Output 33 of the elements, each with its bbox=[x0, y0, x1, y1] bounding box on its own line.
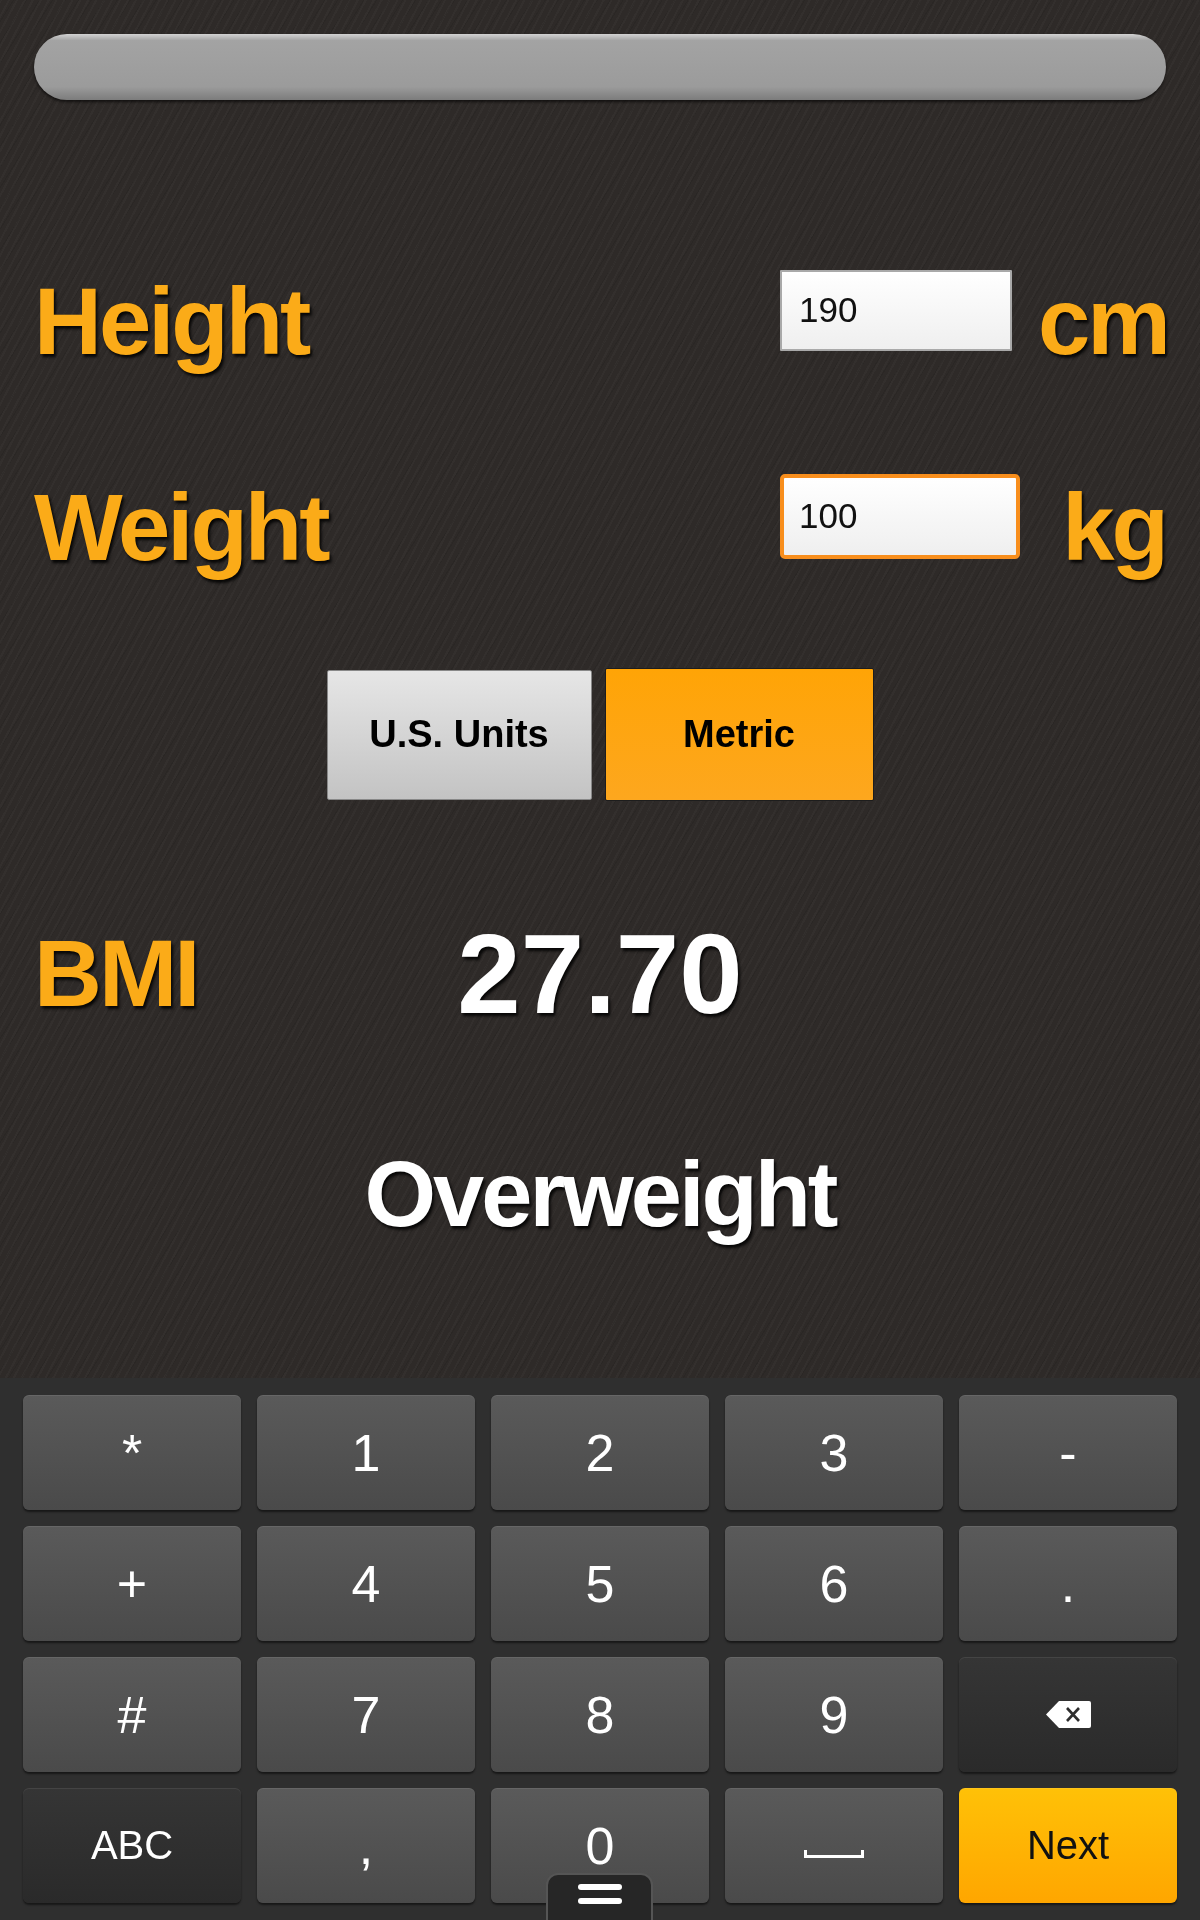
keyboard-key[interactable]: 6 bbox=[725, 1526, 943, 1641]
keyboard-key[interactable]: - bbox=[959, 1395, 1177, 1510]
input-field[interactable]: 100 bbox=[780, 473, 1020, 559]
unit-toggle-button[interactable]: U.S. Units bbox=[326, 669, 592, 800]
category-label: Overweight bbox=[364, 1144, 836, 1244]
bmi-value: 27.70 bbox=[457, 914, 743, 1034]
unit-toggle-button[interactable]: Metric bbox=[604, 668, 874, 801]
keyboard-key[interactable]: 3 bbox=[725, 1395, 943, 1510]
unit-label: cm bbox=[1038, 272, 1166, 372]
keyboard-key[interactable]: 5 bbox=[491, 1526, 709, 1641]
backspace-icon bbox=[1045, 1701, 1091, 1728]
keyboard-key[interactable]: + bbox=[23, 1526, 241, 1641]
keyboard-key[interactable]: , bbox=[257, 1788, 475, 1903]
keyboard-key[interactable]: . bbox=[959, 1526, 1177, 1641]
unit-label: kg bbox=[1061, 478, 1166, 578]
backspace-key[interactable] bbox=[959, 1657, 1177, 1772]
keyboard-key[interactable]: 8 bbox=[491, 1657, 709, 1772]
pull-up-menu[interactable] bbox=[546, 1873, 653, 1920]
input-field[interactable]: 190 bbox=[780, 269, 1012, 351]
keyboard-key[interactable]: 1 bbox=[257, 1395, 475, 1510]
keyboard-key[interactable]: 9 bbox=[725, 1657, 943, 1772]
keyboard-key[interactable]: # bbox=[23, 1657, 241, 1772]
keyboard-key[interactable]: 4 bbox=[257, 1526, 475, 1641]
space-bar-icon bbox=[804, 1849, 864, 1858]
keyboard-key[interactable]: * bbox=[23, 1395, 241, 1510]
grip-icon bbox=[577, 1884, 622, 1904]
field-label: Height bbox=[34, 272, 309, 372]
mode-key[interactable]: ABC bbox=[23, 1788, 241, 1903]
keyboard-key[interactable]: 2 bbox=[491, 1395, 709, 1510]
action-key[interactable]: Next bbox=[959, 1788, 1177, 1903]
result-label: BMI bbox=[34, 924, 198, 1024]
keyboard-key[interactable]: 7 bbox=[257, 1657, 475, 1772]
field-label: Weight bbox=[34, 478, 328, 578]
